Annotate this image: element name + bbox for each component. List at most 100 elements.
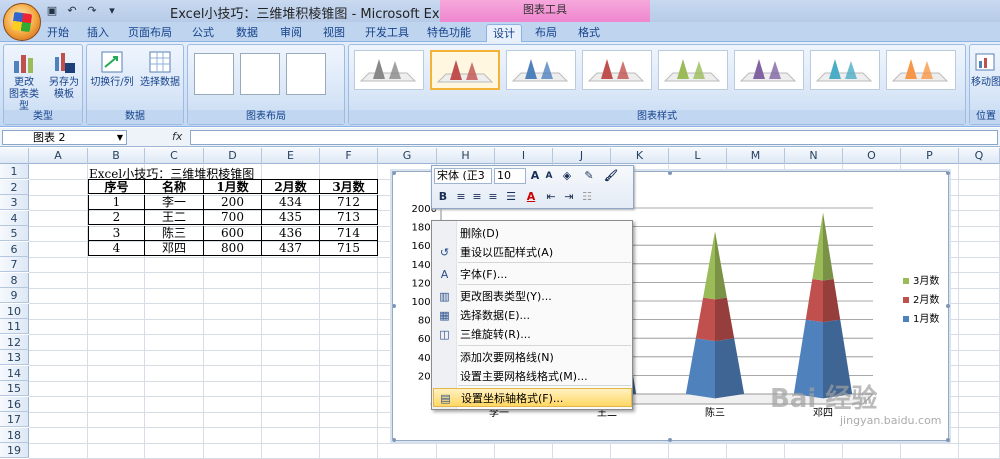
legend-label[interactable]: 3月数 (913, 274, 939, 287)
chart-resize-handle[interactable] (946, 171, 950, 175)
table-cell[interactable]: 435 (262, 210, 320, 225)
legend-label[interactable]: 1月数 (913, 312, 939, 325)
table-cell[interactable]: 715 (320, 241, 378, 256)
row-header-11[interactable]: 11 (0, 319, 29, 334)
tab-9[interactable]: 设计 (486, 24, 522, 42)
column-header-N[interactable]: N (785, 148, 843, 164)
undo-icon[interactable]: ↶ (64, 3, 80, 19)
row-header-7[interactable]: 7 (0, 257, 29, 272)
move-chart-button[interactable]: 移动图 (970, 49, 1000, 89)
font-color-button[interactable]: A (524, 189, 538, 205)
chart-layout-3[interactable] (286, 53, 326, 95)
column-header-L[interactable]: L (669, 148, 727, 164)
tab-6[interactable]: 视图 (316, 24, 352, 42)
table-cell[interactable]: 1 (88, 194, 145, 210)
table-cell[interactable]: 437 (262, 241, 320, 256)
row-header-1[interactable]: 1 (0, 164, 29, 179)
align-left-icon[interactable]: ≡ (454, 189, 468, 205)
column-header-G[interactable]: G (378, 148, 437, 164)
save-as-template-button[interactable]: 另存为 模板 (46, 49, 82, 101)
fill-color-icon[interactable]: ◈ (560, 168, 574, 184)
formula-input[interactable] (190, 130, 998, 145)
row-header-5[interactable]: 5 (0, 226, 29, 241)
name-box-dropdown-icon[interactable]: ▼ (117, 131, 123, 144)
align-center-icon[interactable]: ≡ (470, 189, 484, 205)
line-color-icon[interactable]: ✎ (582, 168, 596, 184)
table-header-cell[interactable]: 1月数 (204, 179, 262, 194)
column-header-E[interactable]: E (262, 148, 320, 164)
table-cell[interactable]: 3 (88, 225, 145, 241)
column-header-K[interactable]: K (611, 148, 669, 164)
row-header-18[interactable]: 18 (0, 427, 29, 443)
row-header-4[interactable]: 4 (0, 210, 29, 226)
redo-icon[interactable]: ↷ (84, 3, 100, 19)
tab-1[interactable]: 插入 (80, 24, 116, 42)
tab-2[interactable]: 页面布局 (122, 24, 178, 42)
column-header-J[interactable]: J (553, 148, 611, 164)
chart-style-3[interactable] (506, 50, 576, 90)
menu-item-4[interactable]: ▦ 选择数据(E)... (433, 306, 632, 325)
table-cell[interactable]: 邓四 (145, 241, 204, 256)
tab-10[interactable]: 布局 (528, 24, 564, 42)
column-header-A[interactable]: A (29, 148, 88, 164)
font-name-box[interactable]: 宋体 (正3 (434, 168, 492, 184)
tab-0[interactable]: 开始 (40, 24, 76, 42)
table-cell[interactable]: 714 (320, 225, 378, 241)
column-header-P[interactable]: P (901, 148, 959, 164)
tab-8[interactable]: 特色功能 (421, 24, 477, 42)
align-justify-icon[interactable]: ☰ (504, 189, 518, 205)
table-cell[interactable]: 4 (88, 241, 145, 256)
table-cell[interactable]: 王二 (145, 210, 204, 225)
chart-resize-handle[interactable] (946, 304, 950, 308)
menu-item-0[interactable]: 删除(D) (433, 224, 632, 243)
menu-item-3[interactable]: ▥ 更改图表类型(Y)... (433, 287, 632, 306)
table-cell[interactable]: 434 (262, 194, 320, 210)
office-button[interactable] (3, 3, 41, 41)
row-header-10[interactable]: 10 (0, 303, 29, 319)
row-header-16[interactable]: 16 (0, 396, 29, 412)
chart-resize-handle[interactable] (668, 438, 672, 442)
column-header-C[interactable]: C (145, 148, 204, 164)
column-header-D[interactable]: D (204, 148, 262, 164)
tab-4[interactable]: 数据 (229, 24, 265, 42)
column-header-M[interactable]: M (727, 148, 785, 164)
menu-item-6[interactable]: 添加次要网格线(N) (433, 348, 632, 367)
column-header-H[interactable]: H (437, 148, 495, 164)
save-icon[interactable]: ▣ (44, 3, 60, 19)
legend-label[interactable]: 2月数 (913, 293, 939, 306)
table-header-cell[interactable]: 名称 (145, 179, 204, 194)
menu-item-7[interactable]: 设置主要网格线格式(M)... (433, 367, 632, 386)
row-header-3[interactable]: 3 (0, 195, 29, 210)
select-data-button[interactable]: 选择数据 (137, 49, 183, 89)
table-header-cell[interactable]: 3月数 (320, 179, 378, 194)
row-header-9[interactable]: 9 (0, 288, 29, 303)
chart-layout-2[interactable] (240, 53, 280, 95)
row-header-12[interactable]: 12 (0, 334, 29, 350)
row-header-15[interactable]: 15 (0, 381, 29, 396)
chart-style-2[interactable] (430, 50, 500, 90)
grow-font-icon[interactable]: A (528, 168, 542, 184)
chart-style-7[interactable] (810, 50, 880, 90)
bullets-icon[interactable]: ☷ (580, 189, 594, 205)
select-all[interactable] (0, 148, 29, 164)
change-chart-type-button[interactable]: 更改 图表类型 (6, 49, 42, 113)
chart-style-6[interactable] (734, 50, 804, 90)
column-header-F[interactable]: F (320, 148, 378, 164)
column-header-B[interactable]: B (88, 148, 145, 164)
tab-7[interactable]: 开发工具 (359, 24, 415, 42)
chart-style-1[interactable] (354, 50, 424, 90)
shrink-font-icon[interactable]: A (542, 168, 556, 184)
bold-button[interactable]: B (436, 189, 450, 205)
decrease-indent-icon[interactable]: ⇤ (544, 189, 558, 205)
chart-style-4[interactable] (582, 50, 652, 90)
chart-style-5[interactable] (658, 50, 728, 90)
row-header-2[interactable]: 2 (0, 179, 29, 195)
name-box[interactable]: 图表 2 ▼ (2, 130, 127, 145)
insert-function-button[interactable]: fx (140, 130, 190, 145)
chart-style-8[interactable] (886, 50, 956, 90)
switch-row-column-button[interactable]: 切换行/列 (89, 49, 135, 89)
row-header-14[interactable]: 14 (0, 365, 29, 381)
table-cell[interactable]: 700 (204, 210, 262, 225)
chart-resize-handle[interactable] (668, 171, 672, 175)
tab-5[interactable]: 审阅 (273, 24, 309, 42)
